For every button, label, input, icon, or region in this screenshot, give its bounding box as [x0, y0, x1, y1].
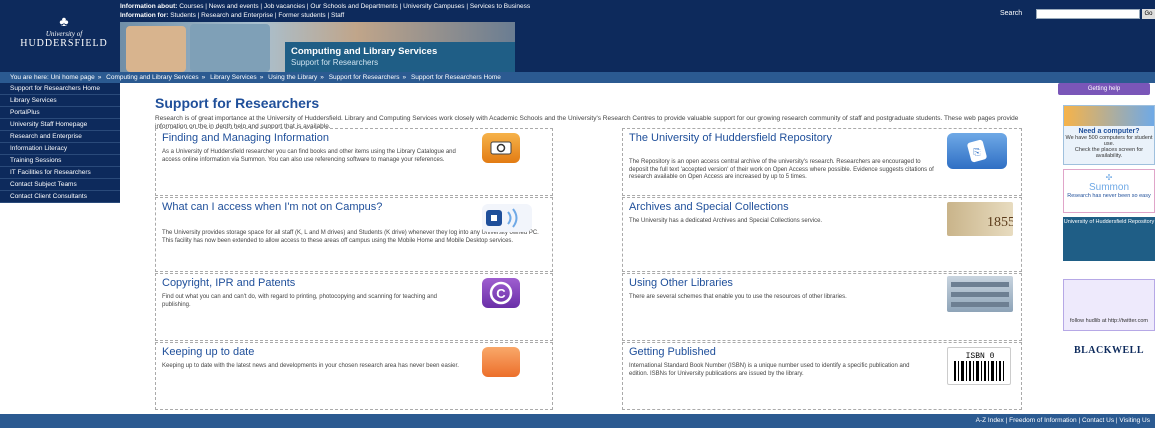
- card-title[interactable]: Using Other Libraries: [629, 277, 733, 289]
- banner-title-box: Computing and Library Services Support f…: [285, 42, 515, 72]
- svg-text:⎘: ⎘: [973, 147, 980, 157]
- summon-panel[interactable]: ✣ Summon Research has never been so easy: [1063, 169, 1155, 213]
- top-nav-label: Information about:: [120, 3, 178, 10]
- summon-text: Research has never been so easy: [1067, 193, 1151, 199]
- svg-text:C: C: [496, 286, 506, 301]
- summon-logo-icon: ✣: [1105, 173, 1113, 182]
- card-title[interactable]: The University of Huddersfield Repositor…: [629, 132, 929, 144]
- breadcrumb-item[interactable]: Uni home page: [51, 74, 95, 81]
- repository-icon[interactable]: ⎘: [947, 133, 1007, 169]
- getting-help-button[interactable]: Getting help: [1058, 83, 1150, 95]
- card-repository: The University of Huddersfield Repositor…: [622, 128, 1022, 196]
- nav-item-staff-homepage[interactable]: University Staff Homepage: [0, 119, 120, 131]
- library-shelves-icon[interactable]: [947, 276, 1013, 312]
- breadcrumb-item[interactable]: Support for Researchers: [329, 74, 400, 81]
- breadcrumb-label: You are here:: [10, 74, 49, 81]
- card-archives: Archives and Special Collections The Uni…: [622, 197, 1022, 272]
- need-computer-title: Need a computer?: [1078, 128, 1140, 135]
- search-go-button[interactable]: Go: [1142, 9, 1155, 19]
- site-header: ♣ University of HUDDERSFIELD Information…: [0, 0, 1155, 72]
- card-finding-managing: Finding and Managing Information As a Un…: [155, 128, 553, 196]
- summon-label: Summon: [1088, 182, 1129, 193]
- breadcrumb-item: Support for Researchers Home: [410, 74, 501, 81]
- nav-item-it-facilities[interactable]: IT Facilities for Researchers: [0, 167, 120, 179]
- top-nav-information-about: Information about: Courses | News and ev…: [120, 3, 530, 10]
- card-text: There are several schemes that enable yo…: [629, 294, 847, 300]
- need-computer-panel[interactable]: Need a computer? We have 500 computers f…: [1063, 105, 1155, 165]
- logo-name: HUDDERSFIELD: [20, 38, 108, 49]
- card-text: The University provides storage space fo…: [162, 230, 539, 244]
- page-title: Support for Researchers: [155, 95, 320, 111]
- top-nav-links[interactable]: Courses | News and events | Job vacancie…: [179, 3, 530, 10]
- rss-icon[interactable]: [482, 347, 520, 377]
- card-off-campus: What can I access when I'm not on Campus…: [155, 197, 553, 272]
- repository-label: University of Huddersfield Repository: [1063, 219, 1155, 225]
- card-text: International Standard Book Number (ISBN…: [629, 363, 910, 377]
- left-navigation: Support for Researchers Home Library Ser…: [0, 83, 120, 203]
- card-title[interactable]: Getting Published: [629, 346, 716, 358]
- nav-item-contact-client-consultants[interactable]: Contact Client Consultants: [0, 191, 120, 203]
- site-footer: A-Z Index | Freedom of Information | Con…: [0, 414, 1155, 428]
- twitter-panel[interactable]: follow hudlib at http://twitter.com: [1063, 279, 1155, 331]
- nav-item-information-literacy[interactable]: Information Literacy: [0, 143, 120, 155]
- magnifier-card-icon[interactable]: [482, 133, 520, 163]
- breadcrumb: You are here: Uni home page» Computing a…: [0, 72, 1155, 83]
- search-label: Search: [1000, 10, 1023, 17]
- card-getting-published: Getting Published International Standard…: [622, 342, 1022, 410]
- banner-photo: [190, 24, 270, 72]
- need-computer-text: We have 500 computers for student use.: [1065, 135, 1153, 147]
- university-logo[interactable]: ♣ University of HUDDERSFIELD: [14, 14, 114, 49]
- archive-1855-icon[interactable]: 1855: [947, 202, 1015, 236]
- twitter-text: follow hudlib at http://twitter.com: [1070, 318, 1148, 324]
- search-area: Search Go: [1000, 8, 1155, 22]
- home-wifi-icon[interactable]: [482, 204, 532, 232]
- card-title[interactable]: Archives and Special Collections: [629, 201, 789, 213]
- isbn-barcode-icon[interactable]: ISBN 0: [947, 347, 1011, 385]
- card-title[interactable]: Keeping up to date: [162, 346, 254, 358]
- card-keeping-up-to-date: Keeping up to date Keeping up to date wi…: [155, 342, 553, 410]
- banner-title: Computing and Library Services: [291, 46, 438, 57]
- breadcrumb-item[interactable]: Library Services: [210, 74, 257, 81]
- card-text: The University has a dedicated Archives …: [629, 218, 823, 224]
- card-title[interactable]: Copyright, IPR and Patents: [162, 277, 295, 289]
- nav-item-portalplus[interactable]: PortalPlus: [0, 107, 120, 119]
- footer-links[interactable]: A-Z Index | Freedom of Information | Con…: [976, 417, 1150, 424]
- breadcrumb-item[interactable]: Using the Library: [268, 74, 317, 81]
- logo-university-of: University of: [45, 30, 83, 38]
- breadcrumb-item[interactable]: Computing and Library Services: [106, 74, 199, 81]
- card-title[interactable]: Finding and Managing Information: [162, 132, 329, 144]
- card-title[interactable]: What can I access when I'm not on Campus…: [162, 201, 462, 213]
- nav-item-training-sessions[interactable]: Training Sessions: [0, 155, 120, 167]
- nav-item-support-home[interactable]: Support for Researchers Home: [0, 83, 120, 95]
- repository-panel[interactable]: University of Huddersfield Repository: [1063, 217, 1155, 261]
- banner-subtitle: Support for Researchers: [291, 58, 379, 67]
- svg-text:1855: 1855: [987, 215, 1013, 230]
- card-text: As a University of Huddersfield research…: [162, 149, 456, 163]
- main-content: Support for Researchers Research is of g…: [155, 95, 1025, 131]
- top-nav-information-for: Information for: Students | Research and…: [120, 12, 344, 19]
- top-nav-label: Information for:: [120, 12, 169, 19]
- card-text: Find out what you can and can't do, with…: [162, 294, 437, 308]
- nav-item-contact-subject-teams[interactable]: Contact Subject Teams: [0, 179, 120, 191]
- svg-text:ISBN 0: ISBN 0: [966, 352, 995, 361]
- nav-item-research-enterprise[interactable]: Research and Enterprise: [0, 131, 120, 143]
- card-other-libraries: Using Other Libraries There are several …: [622, 273, 1022, 341]
- blackwell-logo[interactable]: BLACKWELL: [1063, 345, 1155, 359]
- card-copyright: Copyright, IPR and Patents Find out what…: [155, 273, 553, 341]
- banner-photo: [126, 26, 186, 72]
- nav-item-library-services[interactable]: Library Services: [0, 95, 120, 107]
- need-computer-text: Check the places screen for availability…: [1074, 147, 1144, 159]
- banner: Computing and Library Services Support f…: [120, 22, 515, 72]
- blackwell-label: BLACKWELL: [1073, 345, 1145, 356]
- card-text: Keeping up to date with the latest news …: [162, 363, 459, 369]
- card-text: The Repository is an open access central…: [629, 159, 934, 180]
- need-computer-image: [1064, 106, 1154, 126]
- top-nav-links[interactable]: Students | Research and Enterprise | For…: [170, 12, 344, 19]
- crest-icon: ♣: [59, 13, 69, 29]
- copyright-icon[interactable]: C: [482, 278, 520, 308]
- search-input[interactable]: [1036, 9, 1140, 19]
